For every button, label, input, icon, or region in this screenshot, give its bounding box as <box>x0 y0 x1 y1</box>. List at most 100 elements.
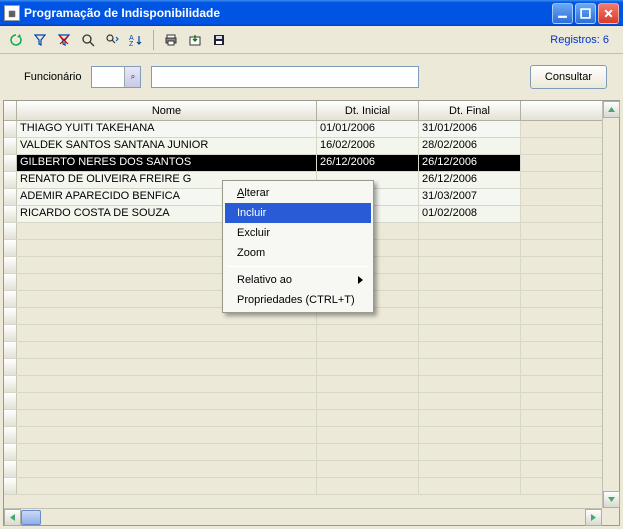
lookup-icon[interactable]: ⌕ <box>124 67 140 87</box>
scroll-up-icon[interactable] <box>603 101 620 118</box>
row-handle <box>4 308 17 324</box>
funcionario-label: Funcionário <box>24 71 81 83</box>
ctx-incluir[interactable]: Incluir <box>225 203 371 223</box>
table-row[interactable]: GILBERTO NERES DOS SANTOS26/12/200626/12… <box>4 155 602 172</box>
cell-inicial <box>317 342 419 358</box>
ctx-zoom[interactable]: Zoom <box>225 243 371 263</box>
row-handle-header <box>4 101 17 120</box>
cell-final <box>419 342 521 358</box>
cell-inicial <box>317 427 419 443</box>
data-grid: Nome Dt. Inicial Dt. Final THIAGO YUITI … <box>3 100 620 526</box>
row-handle <box>4 189 17 205</box>
cell-final <box>419 376 521 392</box>
cell-nome <box>17 461 317 477</box>
ctx-excluir[interactable]: Excluir <box>225 223 371 243</box>
table-row <box>4 478 602 495</box>
ctx-relativo[interactable]: Relativo ao <box>225 270 371 290</box>
col-header-final[interactable]: Dt. Final <box>419 101 521 120</box>
cell-nome[interactable]: VALDEK SANTOS SANTANA JUNIOR <box>17 138 317 154</box>
cell-inicial[interactable]: 01/01/2006 <box>317 121 419 137</box>
row-handle <box>4 257 17 273</box>
row-handle <box>4 376 17 392</box>
cell-inicial[interactable]: 16/02/2006 <box>317 138 419 154</box>
scroll-thumb[interactable] <box>21 510 41 525</box>
search-icon[interactable] <box>78 30 98 50</box>
cell-inicial[interactable]: 26/12/2006 <box>317 155 419 171</box>
print-icon[interactable] <box>161 30 181 50</box>
cell-nome <box>17 478 317 494</box>
scroll-down-icon[interactable] <box>603 491 620 508</box>
maximize-button[interactable] <box>575 3 596 24</box>
row-handle <box>4 342 17 358</box>
context-menu: Alterar Incluir Excluir Zoom Relativo ao… <box>222 180 374 313</box>
cell-final[interactable]: 26/12/2006 <box>419 155 521 171</box>
funcionario-desc-input[interactable] <box>151 66 419 88</box>
scroll-right-icon[interactable] <box>585 509 602 526</box>
export-icon[interactable] <box>185 30 205 50</box>
svg-text:Z: Z <box>129 41 134 47</box>
horizontal-scrollbar[interactable] <box>4 508 602 525</box>
cell-final <box>419 427 521 443</box>
row-handle <box>4 240 17 256</box>
cell-nome <box>17 393 317 409</box>
cell-inicial <box>317 461 419 477</box>
cell-inicial <box>317 410 419 426</box>
row-handle <box>4 410 17 426</box>
grid-header: Nome Dt. Inicial Dt. Final <box>4 101 602 121</box>
minimize-button[interactable] <box>552 3 573 24</box>
funcionario-code-input[interactable] <box>92 68 124 86</box>
cell-final <box>419 325 521 341</box>
cell-final <box>419 274 521 290</box>
record-count: Registros: 6 <box>550 34 617 46</box>
save-icon[interactable] <box>209 30 229 50</box>
vertical-scrollbar[interactable] <box>602 101 619 508</box>
cell-final[interactable]: 28/02/2006 <box>419 138 521 154</box>
cell-nome[interactable]: GILBERTO NERES DOS SANTOS <box>17 155 317 171</box>
table-row <box>4 427 602 444</box>
refresh-icon[interactable] <box>6 30 26 50</box>
cell-nome <box>17 376 317 392</box>
ctx-propriedades[interactable]: Propriedades (CTRL+T) <box>225 290 371 310</box>
row-handle <box>4 223 17 239</box>
filter-icon[interactable] <box>30 30 50 50</box>
ctx-alterar[interactable]: Alterar <box>225 183 371 203</box>
cell-inicial <box>317 478 419 494</box>
cell-nome <box>17 444 317 460</box>
filter-clear-icon[interactable] <box>54 30 74 50</box>
funcionario-code-field[interactable]: ⌕ <box>91 66 141 88</box>
search-again-icon[interactable] <box>102 30 122 50</box>
col-header-inicial[interactable]: Dt. Inicial <box>317 101 419 120</box>
row-handle <box>4 206 17 222</box>
table-row <box>4 461 602 478</box>
cell-final <box>419 410 521 426</box>
table-row <box>4 325 602 342</box>
cell-final[interactable]: 31/03/2007 <box>419 189 521 205</box>
cell-nome <box>17 410 317 426</box>
cell-inicial <box>317 359 419 375</box>
chevron-right-icon <box>358 276 363 284</box>
cell-inicial <box>317 376 419 392</box>
row-handle <box>4 359 17 375</box>
table-row[interactable]: VALDEK SANTOS SANTANA JUNIOR16/02/200628… <box>4 138 602 155</box>
cell-nome <box>17 342 317 358</box>
cell-final[interactable]: 26/12/2006 <box>419 172 521 188</box>
row-handle <box>4 461 17 477</box>
row-handle <box>4 274 17 290</box>
consultar-button[interactable]: Consultar <box>530 65 607 89</box>
row-handle <box>4 325 17 341</box>
cell-final <box>419 359 521 375</box>
cell-final[interactable]: 01/02/2008 <box>419 206 521 222</box>
sort-icon[interactable]: AZ <box>126 30 146 50</box>
row-handle <box>4 121 17 137</box>
col-header-nome[interactable]: Nome <box>17 101 317 120</box>
scroll-left-icon[interactable] <box>4 509 21 526</box>
cell-nome <box>17 359 317 375</box>
cell-final <box>419 478 521 494</box>
cell-nome[interactable]: THIAGO YUITI TAKEHANA <box>17 121 317 137</box>
close-button[interactable] <box>598 3 619 24</box>
filter-bar: Funcionário ⌕ Consultar <box>0 54 623 100</box>
cell-final[interactable]: 31/01/2006 <box>419 121 521 137</box>
ctx-separator <box>227 266 369 267</box>
cell-inicial <box>317 325 419 341</box>
table-row[interactable]: THIAGO YUITI TAKEHANA01/01/200631/01/200… <box>4 121 602 138</box>
